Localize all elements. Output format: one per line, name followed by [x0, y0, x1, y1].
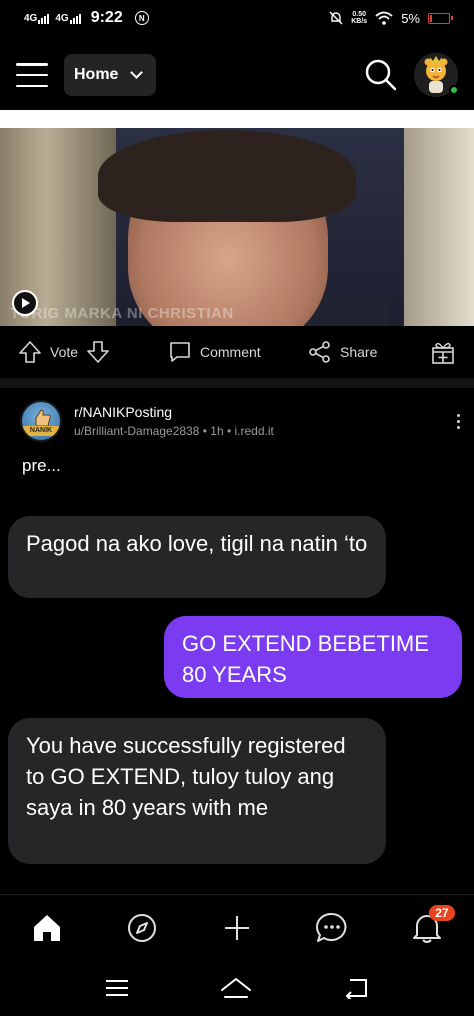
- comment-icon: [170, 342, 190, 362]
- feed-selector[interactable]: Home: [64, 54, 156, 96]
- subreddit-name[interactable]: r/NANIKPosting: [74, 404, 274, 420]
- home-button-icon[interactable]: [219, 976, 253, 1000]
- message-received: Pagod na ako love, tigil na natin ‘to: [8, 516, 386, 598]
- chevron-down-icon: [130, 66, 144, 79]
- message-sent: GO EXTEND BEBETIME 80 YEARS: [164, 616, 462, 698]
- top-nav: Home: [0, 44, 474, 106]
- status-bar: 4G 4G 9:22 N 0.50 KB/s 5%: [0, 0, 474, 36]
- post-header: NANIK r/NANIKPosting u/Brilliant-Damage2…: [20, 396, 460, 446]
- post-byline[interactable]: u/Brilliant-Damage2838 • 1h • i.redd.it: [74, 424, 274, 438]
- nav-discover[interactable]: [112, 903, 172, 953]
- post-title[interactable]: pre...: [22, 456, 61, 476]
- share-button[interactable]: Share: [308, 340, 377, 364]
- comment-button[interactable]: Comment: [168, 340, 308, 364]
- plus-icon: [224, 915, 249, 940]
- downvote-icon[interactable]: [86, 340, 110, 364]
- signal-bars-icon: [38, 13, 50, 24]
- nav-inbox[interactable]: 27: [397, 903, 457, 953]
- recent-apps-icon[interactable]: [104, 977, 130, 999]
- thumbs-up-icon: [35, 409, 51, 427]
- vote-label: Vote: [50, 344, 79, 360]
- wifi-icon: [375, 11, 393, 25]
- back-icon[interactable]: [342, 977, 370, 999]
- nav-create[interactable]: [207, 903, 267, 953]
- video-play-icon[interactable]: [12, 290, 38, 316]
- avatar[interactable]: [414, 53, 459, 97]
- signal-bars-icon: [69, 13, 81, 24]
- comment-label: Comment: [200, 344, 261, 360]
- message-received: You have successfully registered to GO E…: [8, 718, 386, 864]
- signal-1: 4G: [24, 13, 50, 24]
- video-caption: TORIG MARKA NI CHRISTIAN: [10, 305, 234, 322]
- subreddit-avatar[interactable]: NANIK: [20, 400, 62, 442]
- online-indicator: [449, 85, 459, 95]
- award-icon[interactable]: [430, 339, 456, 365]
- share-label: Share: [340, 344, 378, 360]
- feed-selector-label: Home: [74, 66, 119, 83]
- vote-group: Vote: [18, 340, 148, 364]
- post-top-border: [0, 110, 474, 128]
- network-speed: 0.50 KB/s: [351, 11, 368, 25]
- notification-n-icon: N: [134, 11, 149, 25]
- video-thumbnail[interactable]: TORIG MARKA NI CHRISTIAN: [0, 128, 474, 326]
- nav-home[interactable]: [17, 903, 77, 953]
- system-nav-bar: [0, 960, 474, 1016]
- battery-icon: [428, 12, 453, 24]
- chat-icon: [315, 912, 347, 942]
- post-image[interactable]: Pagod na ako love, tigil na natin ‘to GO…: [0, 498, 474, 893]
- mute-bell-icon: [329, 11, 343, 25]
- share-icon: [309, 341, 330, 363]
- inbox-badge: 27: [429, 904, 455, 921]
- battery-percent: 5%: [401, 10, 420, 26]
- post-actions: Vote Comment Share: [0, 330, 474, 374]
- nav-chat[interactable]: [302, 903, 362, 953]
- signal-2: 4G: [55, 13, 81, 24]
- clock: 9:22: [90, 9, 123, 26]
- upvote-icon[interactable]: [18, 340, 42, 364]
- search-icon[interactable]: [364, 58, 398, 92]
- bottom-nav: 27: [0, 894, 474, 960]
- post-divider: [0, 378, 474, 388]
- menu-icon[interactable]: [16, 63, 48, 87]
- compass-icon: [128, 913, 157, 942]
- more-options-icon[interactable]: [457, 413, 460, 429]
- subreddit-icon-text: NANIK: [22, 426, 60, 436]
- home-icon: [34, 914, 61, 941]
